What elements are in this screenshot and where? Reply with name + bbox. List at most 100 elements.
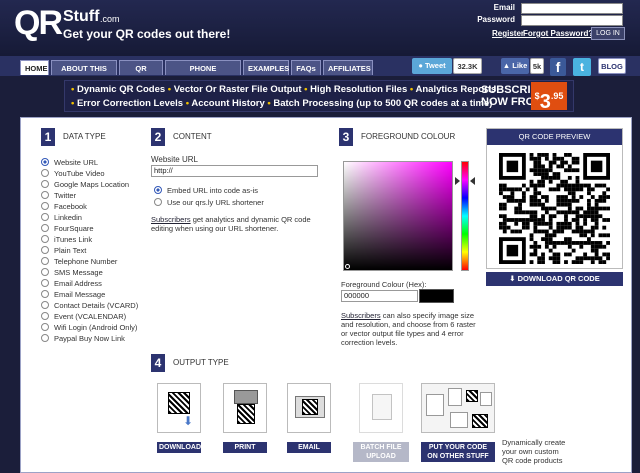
data-type-option[interactable]: Contact Details (VCARD) [41,301,138,312]
download-qr-button[interactable]: ⬇ DOWNLOAD QR CODE [486,272,623,286]
register-link[interactable]: Register [492,29,524,38]
hex-input[interactable]: 000000 [341,290,418,302]
tab-about[interactable]: ABOUT THIS SITE [51,60,117,88]
hue-handle-right-icon[interactable] [470,177,475,185]
data-type-radio[interactable] [41,334,49,342]
data-type-label: Email Message [54,290,106,299]
tab-examples[interactable]: EXAMPLES [243,60,289,75]
data-type-option[interactable]: Facebook [41,202,87,213]
qr-thumb-icon [168,392,190,414]
data-type-radio[interactable] [41,180,49,188]
password-field[interactable] [521,15,623,26]
data-type-option[interactable]: Twitter [41,191,76,202]
shorten-url-option[interactable]: Use our qrs.ly URL shortener [154,198,264,207]
data-type-label: Paypal Buy Now Link [54,334,125,343]
embed-label: Embed URL into code as-is [167,186,259,195]
qr-code-image [499,153,610,264]
output-batch-card[interactable] [359,383,403,433]
merch-desc-line-2: your own custom [502,447,559,456]
step-2-title: CONTENT [173,132,212,141]
output-other-stuff-button[interactable]: PUT YOUR CODE ON OTHER STUFF [421,442,495,462]
data-type-option[interactable]: Email Address [41,279,102,290]
merch-card[interactable] [421,383,495,433]
shorten-radio[interactable] [154,198,162,206]
step-2-number: 2 [151,128,165,146]
data-type-option[interactable]: Event (VCALENDAR) [41,312,126,323]
data-type-radio[interactable] [41,301,49,309]
data-type-option[interactable]: Wifi Login (Android Only) [41,323,137,334]
embed-url-option[interactable]: Embed URL into code as-is [154,186,258,195]
download-qr-label: DOWNLOAD QR CODE [517,274,600,283]
login-button[interactable]: LOG IN [591,27,625,40]
like-button[interactable]: ▲ Like [501,58,529,74]
data-type-radio[interactable] [41,213,49,221]
tweet-label: Tweet [424,61,446,70]
data-type-label: Telephone Number [54,257,118,266]
tab-qr-codes[interactable]: QR CODES [119,60,163,88]
output-email-button[interactable]: EMAIL [287,442,331,453]
mug-icon [448,388,462,406]
logo-qr[interactable]: QR [14,4,63,43]
data-type-radio[interactable] [41,290,49,298]
forgot-password-link[interactable]: Forgot Password? [523,29,593,38]
data-type-radio[interactable] [41,279,49,287]
tab-affiliates[interactable]: AFFILIATES [323,60,373,75]
data-type-option[interactable]: Google Maps Location [41,180,129,191]
color-picker-area[interactable] [343,161,453,271]
output-download-button[interactable]: DOWNLOAD [157,442,201,453]
subscribers-link-2[interactable]: Subscribers [341,311,381,320]
data-type-option[interactable]: Paypal Buy Now Link [41,334,125,345]
facebook-icon[interactable]: f [550,58,566,76]
step-4-number: 4 [151,354,165,372]
tab-faqs[interactable]: FAQs [291,60,321,75]
color-picker-cursor[interactable] [345,264,350,269]
tab-phone-software[interactable]: PHONE SOFTWARE [165,60,241,88]
data-type-option[interactable]: Website URL [41,158,98,169]
data-type-radio[interactable] [41,169,49,177]
output-batch-button[interactable]: BATCH FILE UPLOAD [353,442,409,462]
step-1-title: DATA TYPE [63,132,106,141]
tab-home[interactable]: HOME [20,60,49,75]
data-type-radio[interactable] [41,312,49,320]
twitter-icon[interactable]: t [573,58,591,76]
data-type-option[interactable]: Email Message [41,290,105,301]
data-type-option[interactable]: iTunes Link [41,235,92,246]
data-type-radio[interactable] [41,246,49,254]
data-type-option[interactable]: Linkedin [41,213,82,224]
data-type-option[interactable]: YouTube Video [41,169,105,180]
data-type-radio[interactable] [41,235,49,243]
subscribe-banner[interactable]: • Dynamic QR Codes • Vector Or Raster Fi… [64,80,574,113]
download-arrow-icon-2: ⬇ [183,414,194,428]
data-type-radio[interactable] [41,224,49,232]
blog-button[interactable]: BLOG [598,58,626,74]
hue-handle-left-icon[interactable] [455,177,460,185]
hue-slider[interactable] [461,161,469,271]
data-type-label: Plain Text [54,246,87,255]
logo-com: .com [100,14,120,24]
feature-dynamic: Dynamic QR Codes [76,84,166,95]
batch-line-2: UPLOAD [366,453,396,460]
data-type-radio[interactable] [41,202,49,210]
other-line-1: PUT YOUR CODE [428,444,488,451]
data-type-option[interactable]: SMS Message [41,268,103,279]
output-print-card[interactable] [223,383,267,433]
subscribers-link[interactable]: Subscribers [151,215,191,224]
data-type-option[interactable]: FourSquare [41,224,94,235]
data-type-radio[interactable] [41,323,49,331]
output-print-button[interactable]: PRINT [223,442,267,453]
data-type-radio[interactable] [41,268,49,276]
output-download-card[interactable]: ⬇ [157,383,201,433]
output-email-card[interactable] [287,383,331,433]
data-type-radio[interactable] [41,191,49,199]
website-url-input[interactable]: http:// [151,165,318,177]
data-type-label: Website URL [54,158,99,167]
data-type-label: YouTube Video [54,169,105,178]
data-type-option[interactable]: Telephone Number [41,257,117,268]
email-field[interactable] [521,3,623,14]
tweet-button[interactable]: ● Tweet [412,58,452,74]
data-type-radio[interactable] [41,158,49,166]
embed-radio[interactable] [154,186,162,194]
data-type-option[interactable]: Plain Text [41,246,86,257]
logo-stuff[interactable]: Stuff [63,8,99,26]
data-type-radio[interactable] [41,257,49,265]
